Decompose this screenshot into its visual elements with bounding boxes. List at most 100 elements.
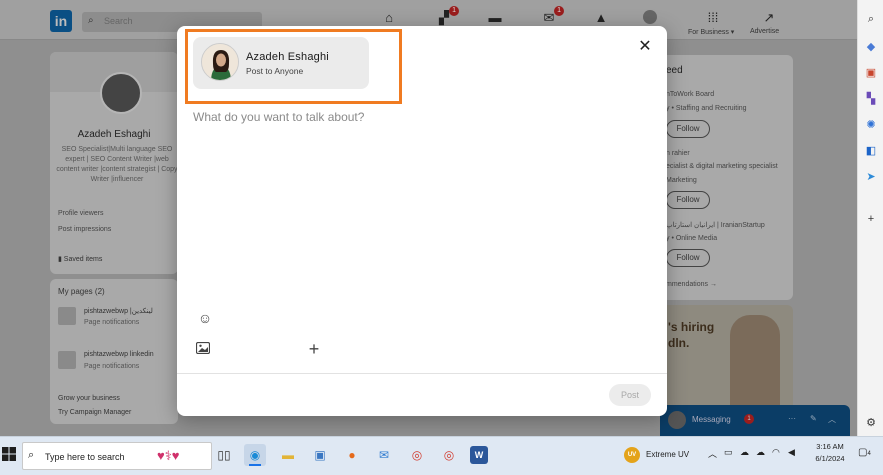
grid-icon[interactable]: ⁞⁞⁞ [704,10,722,26]
messaging-bar[interactable]: Messaging 1 ··· ✎ ︿ [660,405,850,436]
taskbar-search[interactable]: ⌕ Type here to search ♥⚕♥ [22,442,212,470]
me-avatar[interactable] [643,10,657,24]
feed-item-desc: y • Staffing and Recruiting [666,105,747,112]
view-recommendations[interactable]: mmendations → [666,281,717,288]
weather-label: Extreme UV [646,450,690,459]
search-icon[interactable]: ⌕ [864,12,878,26]
for-business-label[interactable]: For Business ▾ [688,28,734,36]
post-impressions[interactable]: Post impressions [58,226,111,233]
weather-badge: UV [624,447,640,463]
windows-taskbar: ⌕ Type here to search ♥⚕♥ ▯▯ ◉ ▬ ▣ ● ✉ ◎… [0,436,883,475]
saved-items-label: Saved items [63,256,103,263]
profile-avatar[interactable] [100,72,142,114]
messaging-avatar [668,411,686,429]
clock-date: 6/1/2024 [815,454,845,463]
follow-button[interactable]: Follow [666,120,710,138]
chevron-up-icon[interactable]: ︿ [828,414,836,425]
edge-icon[interactable]: ◉ [244,444,266,466]
network-badge: 1 [449,6,459,16]
emoji-icon[interactable]: ☺ [197,310,213,326]
ad-line1: 's hiring [668,320,715,334]
messaging-badge: 1 [744,414,754,424]
system-clock[interactable]: 3:16 AM 6/1/2024 [810,441,850,465]
wifi-icon[interactable]: ◠ [772,447,780,458]
follow-button[interactable]: Follow [666,249,710,267]
more-options-icon[interactable]: + [305,340,323,358]
add-to-feed-card: eed nToWork Board y • Staffing and Recru… [660,55,793,300]
file-explorer-icon[interactable]: ▬ [277,444,299,466]
page-notifications: Page notifications [84,319,140,326]
gear-icon[interactable]: ⚙ [864,416,878,430]
page-logo [58,351,76,369]
messaging-icon[interactable]: ✉ 1 [540,6,564,26]
search-highlight-icon: ♥⚕♥ [157,448,180,463]
network-icon[interactable]: ▞ 1 [435,6,459,26]
image-glyph [195,341,211,355]
profile-name[interactable]: Azadeh Eshaghi [50,129,178,140]
toolbox-icon[interactable]: ▣ [864,66,878,80]
send-icon[interactable]: ➤ [864,170,878,184]
create-post-dialog: Azadeh Eshaghi Post to Anyone ✕ What do … [177,26,667,416]
profile-card: Azadeh Eshaghi SEO Specialist|Multi lang… [50,52,178,274]
onedrive-icon[interactable]: ☁ [756,447,765,458]
advertise-label[interactable]: Advertise [750,28,779,35]
follow-button[interactable]: Follow [666,191,710,209]
page-name: pishtazwebwp |لینکدین [84,308,153,315]
page-notifications: Page notifications [84,363,140,370]
chrome-profile-icon[interactable]: ◎ [438,444,460,466]
tray-chevron-icon[interactable]: ︿ [708,447,717,460]
profile-bio: SEO Specialist|Multi language SEO expert… [56,146,178,183]
puzzle-icon[interactable]: ▚ [864,92,878,106]
ad-text: 's hiring dln. [668,319,714,351]
more-icon[interactable]: ··· [788,414,796,423]
firefox-icon[interactable]: ● [341,444,363,466]
post-button[interactable]: Post [609,384,651,406]
jobs-icon[interactable]: ▬ [486,10,504,26]
feed-item-desc: Marketing [666,177,697,184]
compose-icon[interactable]: ✎ [810,414,817,423]
messaging-label: Messaging [692,415,731,424]
advertise-icon[interactable]: ↗ [760,10,778,26]
highlight-box [185,29,402,104]
divider [177,373,667,374]
chrome-icon[interactable]: ◎ [406,444,428,466]
task-view-icon[interactable]: ▯▯ [213,444,235,466]
campaign-manager-link[interactable]: Try Campaign Manager [58,409,131,416]
taskbar-search-placeholder: Type here to search [45,452,125,462]
network-status-icon[interactable]: ▭ [724,447,733,458]
feed-item-name[interactable]: ایرانیان استارتاپ | IranianStartup [666,221,765,229]
profile-viewers[interactable]: Profile viewers [58,210,104,217]
windows-start-icon[interactable] [2,447,16,461]
clock-time: 3:16 AM [816,442,844,451]
word-icon[interactable]: W [470,446,488,464]
feed-item-desc: y • Online Media [666,235,718,242]
weather-widget[interactable]: UV Extreme UV [622,445,702,465]
feed-title: eed [666,65,683,76]
my-pages-title[interactable]: My pages (2) [58,287,105,296]
close-button[interactable]: ✕ [635,37,655,57]
copilot-icon[interactable]: ✺ [864,118,878,132]
page-name: pishtazwebwp linkedin [84,351,154,358]
plus-icon[interactable]: + [864,212,878,226]
feed-item-name[interactable]: n rahier [666,150,690,157]
cloud-icon[interactable]: ☁ [740,447,749,458]
outlook-icon[interactable]: ◧ [864,144,878,158]
notifications-icon[interactable]: ▢4 [858,447,871,458]
post-text-input[interactable]: What do you want to talk about? [193,110,364,124]
search-icon: ⌕ [88,15,94,26]
linkedin-logo[interactable]: in [50,10,72,32]
windows-logo [2,447,16,461]
tag-icon[interactable]: ◆ [864,40,878,54]
notifications-icon[interactable]: ▲ [592,10,610,26]
my-pages-card: My pages (2) pishtazwebwp |لینکدین Page … [50,279,178,424]
home-icon[interactable]: ⌂ [380,10,398,26]
saved-items[interactable]: ▮ Saved items [58,255,102,263]
feed-item-name[interactable]: nToWork Board [666,91,714,98]
grow-business: Grow your business [58,395,120,402]
ad-line2: dln. [668,336,690,350]
feed-item-desc: ecialist & digital marketing specialist [666,163,778,170]
mail-icon[interactable]: ✉ [373,444,395,466]
store-icon[interactable]: ▣ [309,444,331,466]
image-icon[interactable] [195,341,212,358]
volume-icon[interactable]: ◀ [788,447,795,458]
